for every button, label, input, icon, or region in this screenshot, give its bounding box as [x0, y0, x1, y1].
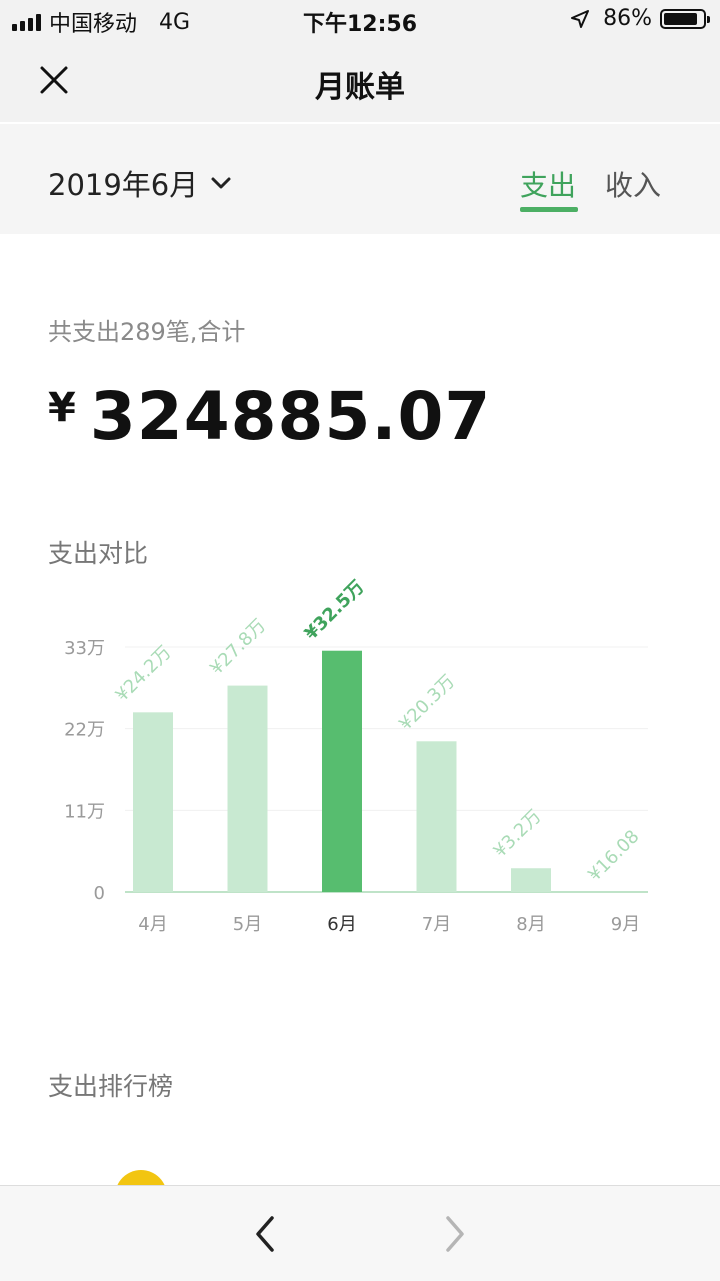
active-tab-indicator: [520, 207, 578, 212]
battery-icon: [660, 9, 706, 29]
tab-expense[interactable]: 支出: [520, 164, 576, 204]
total-amount: ¥ 324885.07: [48, 378, 491, 455]
chart-bar[interactable]: [322, 651, 362, 892]
chevron-down-icon: [210, 176, 232, 190]
x-tick-label: 6月: [327, 914, 356, 935]
currency-symbol: ¥: [48, 385, 76, 431]
y-tick-label: 33万: [64, 638, 105, 659]
filter-bar: 2019年6月 支出 收入: [0, 124, 720, 234]
bar-value-label: ¥16.08: [584, 826, 643, 885]
nav-bar: 月账单: [0, 40, 720, 122]
bar-value-label: ¥24.2万: [112, 642, 176, 706]
location-icon: [571, 10, 589, 28]
summary-label: 共支出289笔,合计: [48, 312, 245, 347]
ranking-section-title: 支出排行榜: [48, 1067, 173, 1103]
bar-value-label: ¥32.5万: [301, 576, 369, 644]
y-tick-label: 0: [94, 883, 105, 904]
x-tick-label: 7月: [422, 914, 451, 935]
tab-income[interactable]: 收入: [605, 164, 661, 204]
month-selector[interactable]: 2019年6月: [48, 162, 232, 204]
bar-value-label: ¥20.3万: [395, 671, 459, 735]
chart-bar[interactable]: [228, 686, 268, 892]
x-tick-label: 5月: [233, 914, 262, 935]
x-tick-label: 8月: [516, 914, 545, 935]
forward-arrow-icon: [440, 1214, 470, 1254]
chart-bar[interactable]: [417, 741, 457, 892]
month-label: 2019年6月: [48, 162, 198, 204]
x-tick-label: 4月: [138, 914, 167, 935]
expense-compare-chart: 011万22万33万¥24.2万4月¥27.8万5月¥32.5万6月¥20.3万…: [0, 560, 720, 960]
x-tick-label: 9月: [611, 914, 640, 935]
total-value: 324885.07: [90, 378, 491, 455]
chart-bar[interactable]: [133, 712, 173, 892]
page-title: 月账单: [0, 62, 720, 106]
y-tick-label: 22万: [64, 720, 105, 741]
chart-bar[interactable]: [511, 868, 551, 892]
bar-value-label: ¥3.2万: [490, 806, 546, 862]
battery-percent: 86%: [603, 6, 652, 31]
y-tick-label: 11万: [64, 801, 105, 822]
bottom-toolbar: [0, 1185, 720, 1281]
back-arrow-icon[interactable]: [250, 1214, 280, 1254]
status-bar: 中国移动 4G 下午12:56 86%: [0, 0, 720, 40]
